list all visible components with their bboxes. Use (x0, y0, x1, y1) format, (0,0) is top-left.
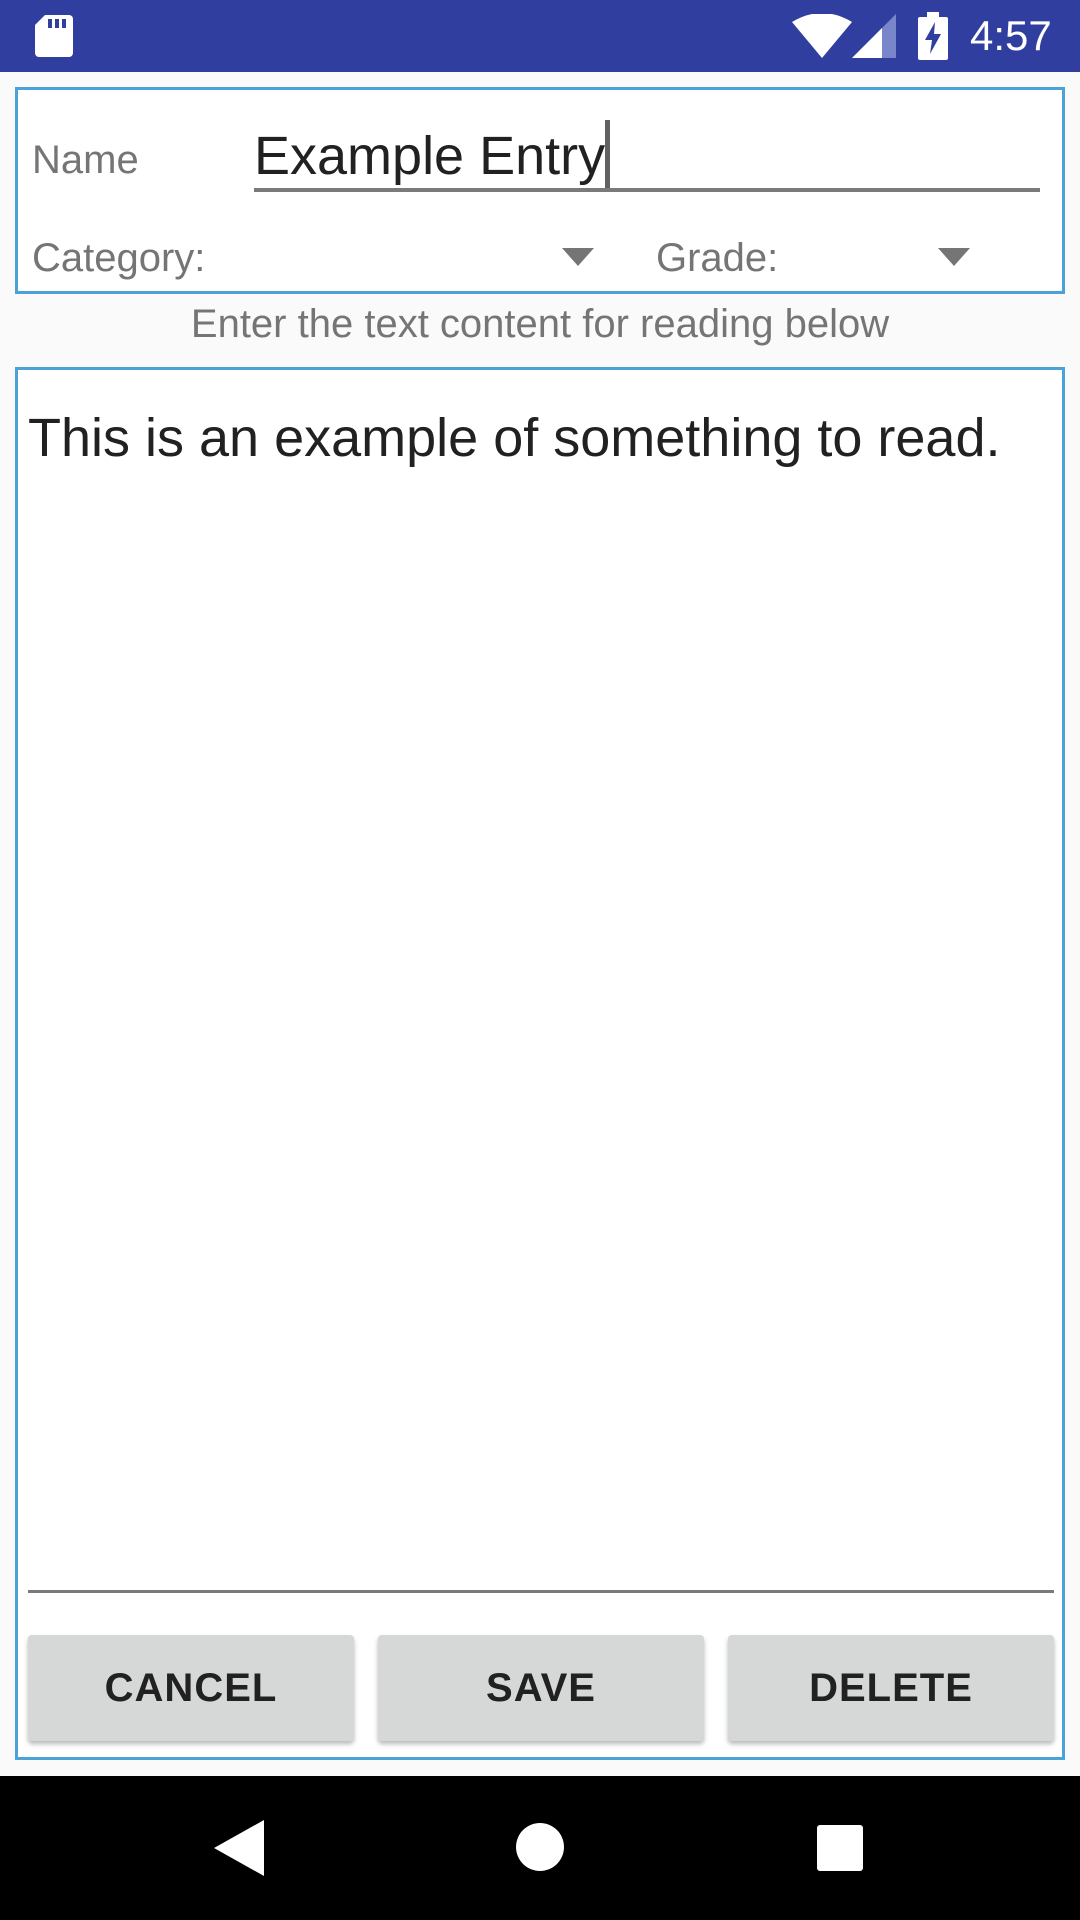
text-cursor (605, 120, 611, 188)
instruction-text: Enter the text content for reading below (190, 302, 890, 346)
name-input[interactable]: Example Entry (254, 120, 1040, 192)
cell-signal-icon (852, 14, 896, 58)
sd-card-icon (35, 15, 73, 57)
content-input-underline (28, 1590, 1054, 1593)
content-panel: This is an example of something to read.… (15, 367, 1065, 1760)
status-bar: 4:57 (0, 0, 1080, 72)
cancel-button[interactable]: CANCEL (28, 1635, 354, 1741)
save-button[interactable]: SAVE (378, 1635, 704, 1741)
status-clock: 4:57 (970, 12, 1052, 59)
battery-charging-icon (918, 12, 948, 60)
navigation-bar (0, 1776, 1080, 1920)
delete-button[interactable]: DELETE (728, 1635, 1054, 1741)
wifi-icon (792, 14, 852, 58)
dropdown-arrow-icon (938, 248, 970, 266)
reading-content-input[interactable]: This is an example of something to read. (28, 406, 1048, 470)
grade-spinner[interactable]: Grade: (638, 232, 1006, 286)
grade-label: Grade: (656, 236, 779, 280)
entry-details-panel: Name Example Entry Category: Grade: (15, 87, 1065, 294)
name-label: Name (32, 138, 139, 182)
recents-icon[interactable] (817, 1825, 863, 1871)
back-icon[interactable] (214, 1820, 264, 1876)
category-label: Category: (32, 236, 206, 280)
dropdown-arrow-icon (562, 248, 594, 266)
category-spinner[interactable]: Category: (32, 232, 602, 286)
home-icon[interactable] (515, 1822, 565, 1872)
name-input-value: Example Entry (254, 126, 606, 186)
